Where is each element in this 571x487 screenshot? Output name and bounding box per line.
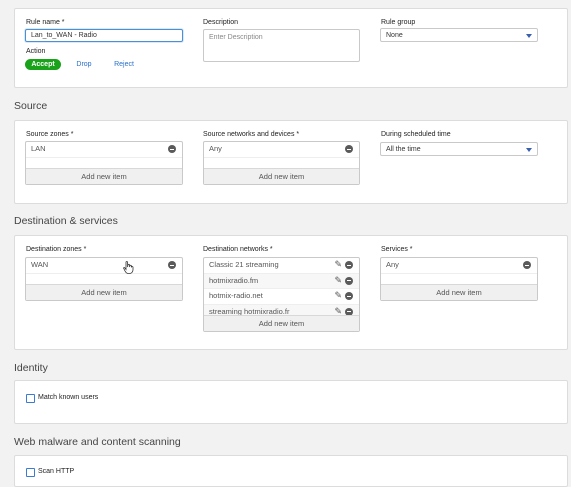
source-networks-list: Any Add new item bbox=[203, 141, 360, 185]
add-source-network-button[interactable]: Add new item bbox=[204, 168, 359, 184]
action-accept-button[interactable]: Accept bbox=[25, 59, 61, 70]
pencil-icon[interactable]: ✎ bbox=[334, 275, 342, 285]
list-item: Any bbox=[204, 142, 359, 158]
description-textarea[interactable]: Enter Description bbox=[203, 29, 360, 62]
list-item: WAN bbox=[26, 258, 182, 274]
remove-icon[interactable] bbox=[168, 145, 176, 153]
action-drop-button[interactable]: Drop bbox=[71, 59, 97, 70]
description-label: Description bbox=[203, 19, 239, 26]
destination-networks-label: Destination networks * bbox=[203, 246, 273, 253]
scan-http-checkbox[interactable] bbox=[26, 468, 35, 477]
rule-name-input[interactable]: Lan_to_WAN - Radio bbox=[25, 29, 183, 42]
destination-network-item: hotmixradio.fm bbox=[209, 275, 259, 285]
match-known-users-label[interactable]: Match known users bbox=[38, 394, 98, 401]
source-zone-lan: LAN bbox=[31, 144, 46, 153]
add-source-zone-button[interactable]: Add new item bbox=[26, 168, 182, 184]
source-section-title: Source bbox=[14, 100, 48, 112]
scanning-section-title: Web malware and content scanning bbox=[14, 436, 181, 448]
source-panel: Source zones * LAN Add new item Source n… bbox=[14, 120, 568, 204]
list-item: LAN bbox=[26, 142, 182, 158]
schedule-value: All the time bbox=[386, 146, 421, 153]
chevron-down-icon bbox=[526, 34, 532, 38]
rule-group-select[interactable]: None bbox=[380, 28, 538, 42]
source-network-any: Any bbox=[209, 144, 222, 153]
source-networks-label: Source networks and devices * bbox=[203, 131, 300, 138]
description-placeholder: Enter Description bbox=[209, 34, 263, 41]
rule-group-value: None bbox=[386, 32, 403, 39]
hand-cursor-icon bbox=[123, 261, 134, 274]
destination-zones-list: WAN Add new item bbox=[25, 257, 183, 301]
rule-group-label: Rule group bbox=[381, 19, 416, 26]
add-destination-network-button[interactable]: Add new item bbox=[204, 315, 359, 331]
remove-icon[interactable] bbox=[345, 145, 353, 153]
rule-name-label: Rule name * bbox=[26, 19, 65, 26]
source-zones-list: LAN Add new item bbox=[25, 141, 183, 185]
destination-zones-label: Destination zones * bbox=[26, 246, 87, 253]
destination-panel: Destination zones * WAN Add new item Des… bbox=[14, 235, 568, 350]
list-item: Classic 21 streaming ✎ bbox=[204, 258, 359, 274]
remove-icon[interactable] bbox=[168, 261, 176, 269]
pencil-icon[interactable]: ✎ bbox=[334, 291, 342, 300]
match-known-users-checkbox[interactable] bbox=[26, 394, 35, 403]
schedule-select[interactable]: All the time bbox=[380, 142, 538, 156]
list-item: hotmixradio.fm ✎ bbox=[204, 273, 359, 289]
destination-section-title: Destination & services bbox=[14, 215, 118, 227]
chevron-down-icon bbox=[526, 148, 532, 152]
scanning-panel: Scan HTTP bbox=[14, 455, 568, 487]
add-destination-zone-button[interactable]: Add new item bbox=[26, 284, 182, 300]
services-list: Any Add new item bbox=[380, 257, 538, 301]
destination-networks-list: Classic 21 streaming ✎ hotmixradio.fm ✎ … bbox=[203, 257, 360, 332]
service-any: Any bbox=[386, 260, 399, 269]
scan-http-label[interactable]: Scan HTTP bbox=[38, 468, 74, 475]
destination-network-item: hotmix-radio.net bbox=[209, 291, 263, 300]
destination-zone-wan: WAN bbox=[31, 260, 49, 269]
list-item: hotmix-radio.net ✎ bbox=[204, 289, 359, 305]
remove-icon[interactable] bbox=[345, 261, 353, 269]
remove-icon[interactable] bbox=[345, 292, 353, 300]
remove-icon[interactable] bbox=[345, 276, 353, 285]
pencil-icon[interactable]: ✎ bbox=[334, 260, 342, 269]
identity-section-title: Identity bbox=[14, 362, 48, 374]
schedule-label: During scheduled time bbox=[381, 131, 451, 138]
action-reject-button[interactable]: Reject bbox=[110, 59, 138, 70]
rule-name-value: Lan_to_WAN - Radio bbox=[31, 32, 97, 39]
add-service-button[interactable]: Add new item bbox=[381, 284, 537, 300]
services-label: Services * bbox=[381, 246, 413, 253]
destination-network-item: Classic 21 streaming bbox=[209, 260, 279, 269]
list-item: Any bbox=[381, 258, 537, 274]
remove-icon[interactable] bbox=[523, 261, 531, 269]
source-zones-label: Source zones * bbox=[26, 131, 74, 138]
action-label: Action bbox=[26, 48, 46, 55]
rule-panel: Rule name * Lan_to_WAN - Radio Action Ac… bbox=[14, 8, 568, 88]
identity-panel: Match known users bbox=[14, 380, 568, 424]
